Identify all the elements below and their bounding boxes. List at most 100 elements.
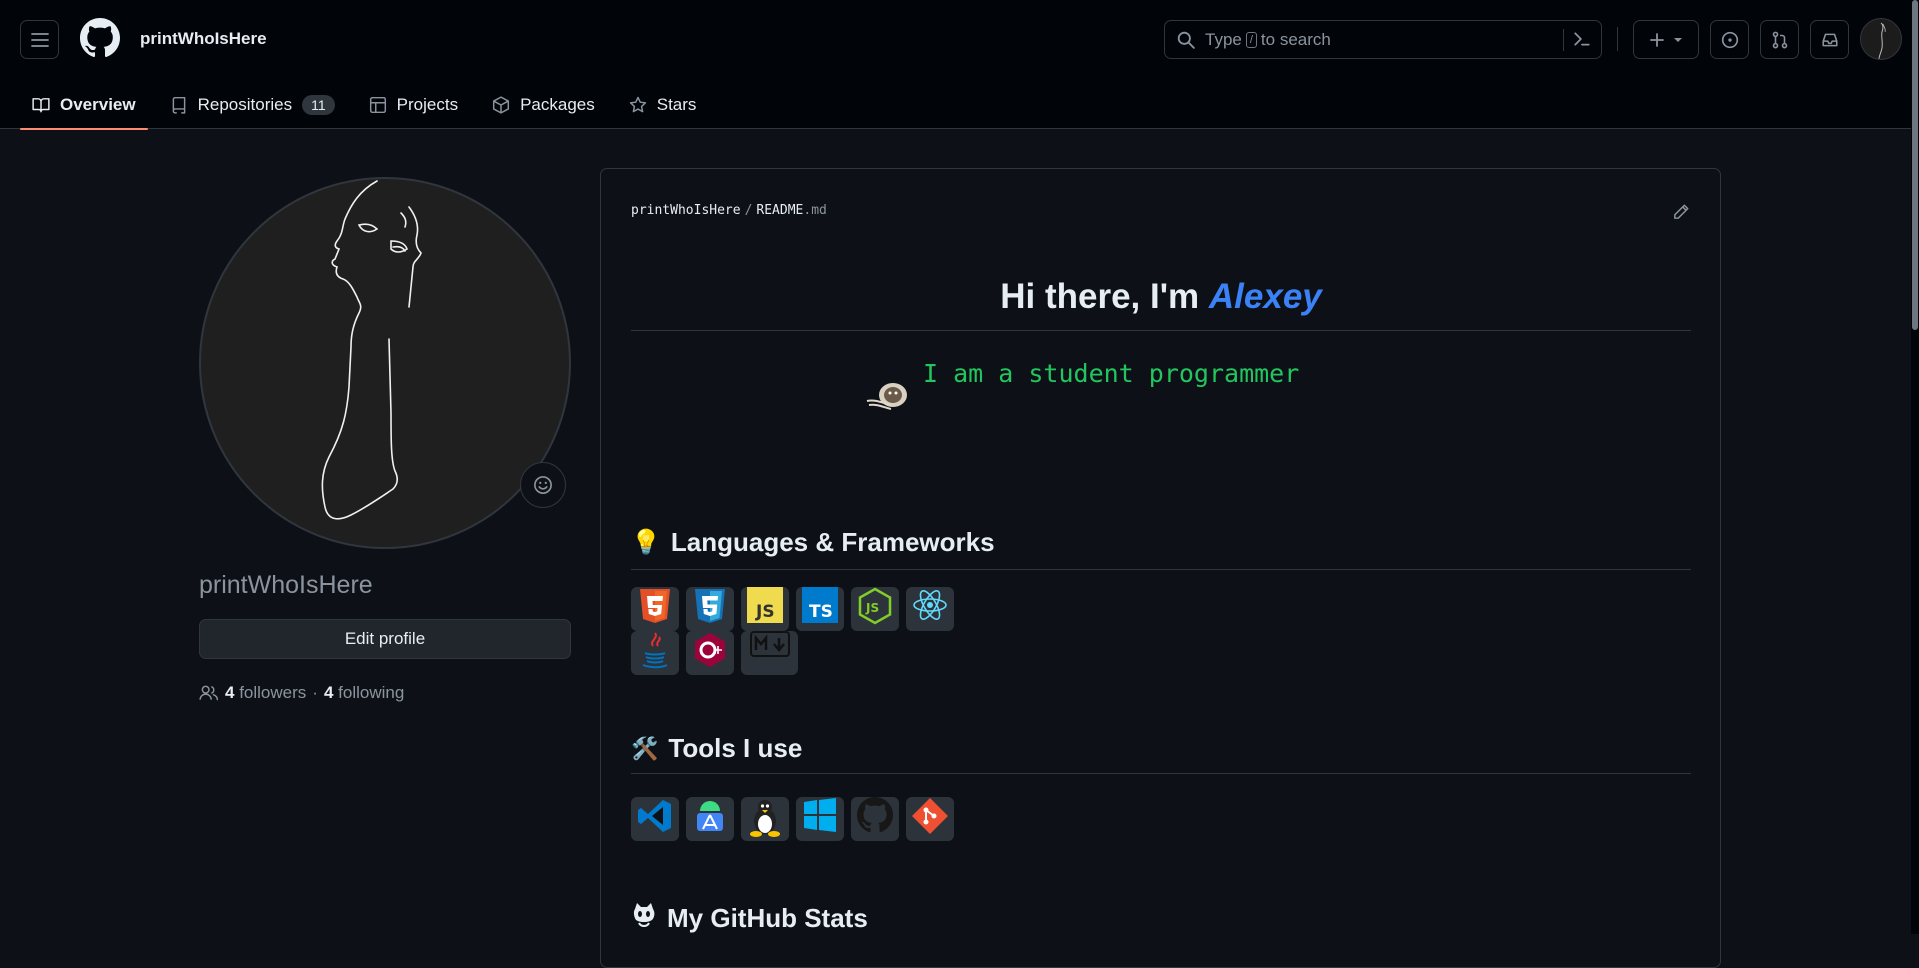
following-count: 4 — [323, 683, 334, 702]
android-studio-icon — [686, 797, 734, 841]
issues-button[interactable] — [1710, 20, 1749, 59]
tab-repositories[interactable]: Repositories 11 — [158, 80, 347, 129]
scrollbar-thumb[interactable] — [1912, 0, 1918, 330]
octocat-typing-icon — [863, 375, 913, 416]
plus-icon — [1650, 32, 1664, 47]
header-username[interactable]: printWhoIsHere — [140, 29, 267, 49]
section-divider — [631, 569, 1691, 570]
github-logo-icon[interactable] — [80, 18, 120, 58]
javascript-icon: JS — [741, 587, 789, 631]
section-languages-heading: 💡 Languages & Frameworks — [631, 527, 995, 558]
followers-link[interactable]: 4 followers — [225, 683, 306, 703]
linux-icon — [741, 797, 789, 841]
tab-projects[interactable]: Projects — [357, 80, 470, 129]
readme-file-link[interactable]: README — [756, 203, 803, 218]
following-link[interactable]: 4 following — [324, 683, 404, 703]
inbox-button[interactable] — [1810, 20, 1849, 59]
pull-request-icon — [1772, 31, 1787, 48]
markdown-icon — [741, 631, 798, 675]
readme-path: printWhoIsHere / README.md — [631, 203, 827, 218]
tab-label: Repositories — [197, 94, 293, 114]
user-avatar[interactable] — [1860, 18, 1902, 60]
create-new-button[interactable] — [1633, 20, 1699, 59]
section-title: My GitHub Stats — [667, 903, 868, 933]
search-input[interactable]: Type / to search — [1164, 20, 1602, 59]
star-icon — [629, 96, 646, 112]
package-icon — [493, 95, 510, 114]
windows-icon — [796, 797, 844, 841]
command-palette-icon[interactable] — [1573, 30, 1591, 53]
pull-requests-button[interactable] — [1760, 20, 1799, 59]
tools-icon: 🛠️ — [631, 735, 659, 761]
tools-row — [631, 797, 954, 841]
heading-divider — [631, 330, 1691, 331]
lightbulb-icon: 💡 — [631, 529, 661, 556]
search-shortcut-key: / — [1245, 31, 1257, 48]
people-icon — [199, 685, 219, 701]
readme-heading: Hi there, I'm Alexey — [631, 277, 1691, 317]
react-icon — [906, 587, 954, 631]
git-icon — [906, 797, 954, 841]
tab-label: Overview — [60, 94, 136, 114]
tab-stars[interactable]: Stars — [617, 80, 709, 129]
languages-row-2 — [631, 631, 798, 675]
profile-tabs: Overview Repositories 11 Projects Packag… — [20, 80, 718, 130]
following-label: following — [338, 683, 405, 702]
section-stats-heading: My GitHub Stats — [631, 901, 868, 936]
followers-label: followers — [239, 683, 307, 702]
repo-count-badge: 11 — [302, 94, 335, 115]
greeting-name: Alexey — [1208, 277, 1322, 316]
tab-overview[interactable]: Overview — [20, 80, 148, 130]
readme-owner-link[interactable]: printWhoIsHere — [631, 203, 741, 218]
languages-row-1: JS TS JS — [631, 587, 954, 631]
nodejs-icon: JS — [851, 587, 899, 631]
svg-text:TS: TS — [809, 602, 833, 622]
html5-icon — [631, 587, 679, 631]
table-icon — [369, 96, 386, 113]
edit-readme-icon[interactable] — [1672, 203, 1690, 226]
section-title: Tools I use — [668, 733, 803, 763]
section-divider — [631, 773, 1691, 774]
readme-card: printWhoIsHere / README.md Hi there, I'm A… — [600, 168, 1721, 968]
follow-separator: · — [312, 683, 318, 702]
menu-icon[interactable] — [20, 20, 59, 59]
octocat-icon — [631, 901, 657, 936]
typing-banner: I am a student programmer — [923, 359, 1300, 388]
inbox-icon — [1821, 33, 1838, 46]
tab-packages[interactable]: Packages — [480, 80, 607, 129]
search-prefix: Type — [1205, 29, 1242, 49]
page-scrollbar[interactable] — [1911, 0, 1919, 934]
top-header: printWhoIsHere Type / to search Overview… — [0, 0, 1919, 130]
search-suffix: to search — [1260, 29, 1331, 49]
issue-icon — [1721, 31, 1738, 48]
section-title: Languages & Frameworks — [670, 527, 995, 557]
caret-down-icon — [1674, 37, 1682, 42]
search-divider — [1563, 29, 1564, 51]
path-separator: / — [744, 203, 753, 218]
edit-profile-button[interactable]: Edit profile — [199, 619, 571, 659]
tab-label: Projects — [396, 94, 459, 114]
svg-text:JS: JS — [755, 602, 775, 622]
set-status-button[interactable] — [520, 462, 566, 508]
repo-icon — [172, 96, 185, 114]
greeting-text: Hi there, I'm — [1000, 277, 1209, 316]
book-icon — [32, 97, 50, 112]
css3-icon — [686, 587, 734, 631]
search-icon — [1177, 31, 1195, 49]
section-tools-heading: 🛠️ Tools I use — [631, 733, 802, 764]
profile-username: printWhoIsHere — [199, 571, 373, 599]
typescript-icon: TS — [796, 587, 844, 631]
vscode-icon — [631, 797, 679, 841]
smiley-icon — [534, 476, 552, 494]
github-icon — [851, 797, 899, 841]
java-icon — [631, 631, 679, 675]
header-divider — [1617, 27, 1618, 51]
follow-stats: 4 followers · 4 following — [199, 683, 404, 703]
tab-label: Packages — [520, 94, 595, 114]
tab-label: Stars — [656, 94, 697, 114]
profile-avatar — [199, 177, 571, 549]
cplusplus-icon — [686, 631, 734, 675]
readme-file-ext: .md — [803, 203, 827, 218]
followers-count: 4 — [225, 683, 235, 702]
svg-text:JS: JS — [865, 601, 879, 615]
